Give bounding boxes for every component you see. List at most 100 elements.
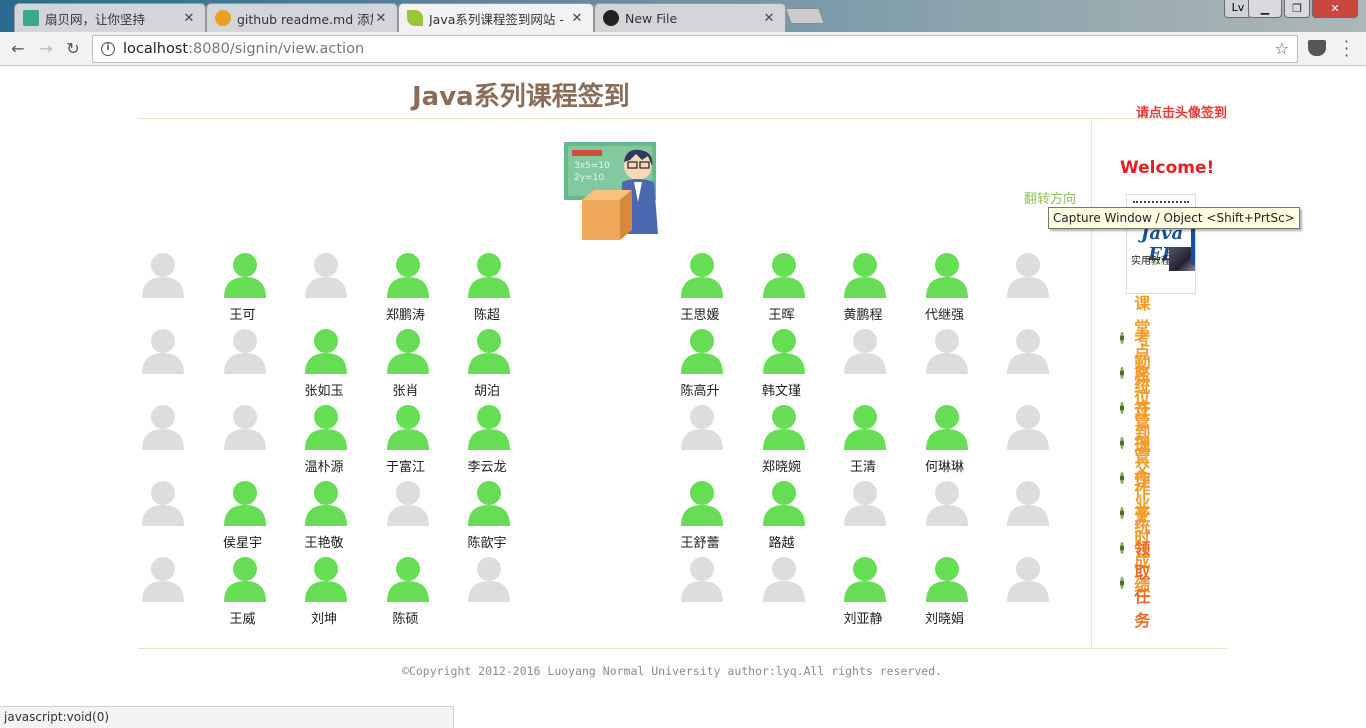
seat-empty[interactable] bbox=[131, 556, 191, 630]
browser-menu-icon[interactable]: · · · bbox=[1344, 34, 1349, 64]
seat-signed[interactable]: 陈超 bbox=[457, 252, 517, 326]
seat-signed[interactable]: 于富江 bbox=[376, 404, 436, 478]
seat-signed[interactable]: 路越 bbox=[752, 480, 812, 554]
student-name: 何琳琳 bbox=[924, 460, 964, 475]
tab-strip: 扇贝网，让你坚持 ✕ github readme.md 添加 ✕ Java系列课… bbox=[0, 0, 1366, 32]
tab-title: New File bbox=[625, 10, 678, 26]
new-tab-button[interactable] bbox=[785, 8, 825, 24]
student-name: 陈硕 bbox=[392, 612, 419, 627]
seat-empty[interactable] bbox=[996, 252, 1056, 326]
back-arrow-icon[interactable]: ← bbox=[8, 39, 28, 59]
seat-signed[interactable]: 王舒蕾 bbox=[670, 480, 730, 554]
seat-empty[interactable] bbox=[996, 480, 1056, 554]
url-path: :8080/signin/view.action bbox=[188, 41, 365, 57]
seat-signed[interactable]: 刘晓娟 bbox=[915, 556, 975, 630]
seat-signed[interactable]: 郑晓婉 bbox=[752, 404, 812, 478]
seat-signed[interactable]: 陈硕 bbox=[376, 556, 436, 630]
seat-signed[interactable]: 代继强 bbox=[915, 252, 975, 326]
menu-item[interactable]: 领取任务 bbox=[1120, 539, 1158, 630]
forward-arrow-icon[interactable]: → bbox=[36, 39, 56, 59]
seat-signed[interactable]: 李云龙 bbox=[457, 404, 517, 478]
address-bar[interactable]: i localhost:8080/signin/view.action ☆ bbox=[92, 35, 1298, 63]
seat-empty[interactable] bbox=[670, 556, 730, 630]
seat-empty[interactable] bbox=[457, 556, 517, 630]
seat-empty[interactable] bbox=[915, 480, 975, 554]
student-name: 刘晓娟 bbox=[924, 612, 964, 627]
seat-signed[interactable]: 张如玉 bbox=[294, 328, 354, 402]
menu-item-label[interactable]: 领取任务 bbox=[1134, 535, 1158, 631]
student-name: 刘坤 bbox=[310, 612, 337, 627]
seat-signed[interactable]: 王晖 bbox=[752, 252, 812, 326]
seat-empty[interactable] bbox=[376, 480, 436, 554]
seat-signed[interactable]: 王思媛 bbox=[670, 252, 730, 326]
seat-empty[interactable] bbox=[131, 328, 191, 402]
seat-empty[interactable] bbox=[213, 328, 273, 402]
close-window-icon[interactable]: ✕ bbox=[1312, 0, 1358, 18]
github-favicon-icon bbox=[603, 10, 619, 26]
seat-empty[interactable] bbox=[833, 328, 893, 402]
seat-signed[interactable]: 郑鹏涛 bbox=[376, 252, 436, 326]
student-name: 李云龙 bbox=[467, 460, 507, 475]
seat-signed[interactable]: 王艳敬 bbox=[294, 480, 354, 554]
seat-empty[interactable] bbox=[996, 328, 1056, 402]
seat-signed[interactable]: 刘亚静 bbox=[833, 556, 893, 630]
bullet-icon bbox=[1120, 332, 1125, 344]
flip-direction-link[interactable]: 翻转方向 bbox=[1024, 188, 1076, 207]
seat-signed[interactable]: 温朴源 bbox=[294, 404, 354, 478]
pocket-extension-icon[interactable] bbox=[1308, 40, 1326, 56]
tab-close-icon[interactable]: ✕ bbox=[181, 11, 197, 26]
seat-empty[interactable] bbox=[131, 404, 191, 478]
teacher-podium-image: 3x5=10 2y=10 bbox=[564, 142, 658, 240]
capture-tooltip: Capture Window / Object <Shift+PrtSc> bbox=[1048, 207, 1300, 229]
seat-signed[interactable]: 胡泊 bbox=[457, 328, 517, 402]
browser-toolbar: ← → ↻ i localhost:8080/signin/view.actio… bbox=[0, 32, 1366, 66]
seat-signed[interactable]: 陈歆宇 bbox=[457, 480, 517, 554]
tab-java-signin[interactable]: Java系列课程签到网站 - ✕ bbox=[398, 3, 594, 32]
seat-signed[interactable]: 张肖 bbox=[376, 328, 436, 402]
student-name: 代继强 bbox=[924, 308, 964, 323]
seat-empty[interactable] bbox=[131, 252, 191, 326]
seat-signed[interactable]: 王威 bbox=[213, 556, 273, 630]
tab-close-icon[interactable]: ✕ bbox=[373, 11, 389, 26]
seat-empty[interactable] bbox=[833, 480, 893, 554]
seat-signed[interactable]: 王可 bbox=[213, 252, 273, 326]
student-name: 王艳敬 bbox=[304, 536, 344, 551]
seat-signed[interactable]: 刘坤 bbox=[294, 556, 354, 630]
tab-close-icon[interactable]: ✕ bbox=[761, 11, 777, 26]
tab-github-readme[interactable]: github readme.md 添加 ✕ bbox=[206, 3, 398, 32]
book-subtitle: 实用教程 bbox=[1131, 256, 1171, 267]
seat-signed[interactable]: 韩文瑾 bbox=[752, 328, 812, 402]
site-info-icon[interactable]: i bbox=[101, 42, 115, 56]
shanbay-favicon-icon bbox=[23, 10, 39, 26]
tab-title: 扇贝网，让你坚持 bbox=[45, 11, 146, 27]
sidebar-divider bbox=[1091, 118, 1092, 648]
minimize-icon[interactable]: ▁ bbox=[1248, 0, 1282, 18]
seat-empty[interactable] bbox=[294, 252, 354, 326]
top-divider bbox=[138, 118, 1228, 119]
bullet-icon bbox=[1120, 507, 1125, 519]
seat-empty[interactable] bbox=[996, 556, 1056, 630]
seat-signed[interactable]: 何琳琳 bbox=[915, 404, 975, 478]
tab-shanbay[interactable]: 扇贝网，让你坚持 ✕ bbox=[14, 3, 206, 32]
seat-signed[interactable]: 黄鹏程 bbox=[833, 252, 893, 326]
seat-signed[interactable]: 侯星宇 bbox=[213, 480, 273, 554]
seat-empty[interactable] bbox=[213, 404, 273, 478]
reload-icon[interactable]: ↻ bbox=[63, 39, 83, 59]
seat-empty[interactable] bbox=[915, 328, 975, 402]
seat-signed[interactable]: 陈高升 bbox=[670, 328, 730, 402]
seat-empty[interactable] bbox=[752, 556, 812, 630]
bullet-icon bbox=[1120, 542, 1125, 554]
maximize-icon[interactable]: ❐ bbox=[1284, 0, 1310, 18]
student-name: 黄鹏程 bbox=[843, 308, 883, 323]
seat-empty[interactable] bbox=[996, 404, 1056, 478]
student-name: 路越 bbox=[768, 536, 795, 551]
tab-title: github readme.md 添加 bbox=[237, 11, 373, 27]
bookmark-star-icon[interactable]: ☆ bbox=[1275, 39, 1289, 58]
student-name: 张肖 bbox=[392, 384, 419, 399]
tab-new-file[interactable]: New File ✕ bbox=[594, 3, 786, 32]
student-name: 侯星宇 bbox=[222, 536, 262, 551]
tab-close-icon[interactable]: ✕ bbox=[569, 11, 585, 26]
seat-signed[interactable]: 王清 bbox=[833, 404, 893, 478]
seat-empty[interactable] bbox=[131, 480, 191, 554]
seat-empty[interactable] bbox=[670, 404, 730, 478]
